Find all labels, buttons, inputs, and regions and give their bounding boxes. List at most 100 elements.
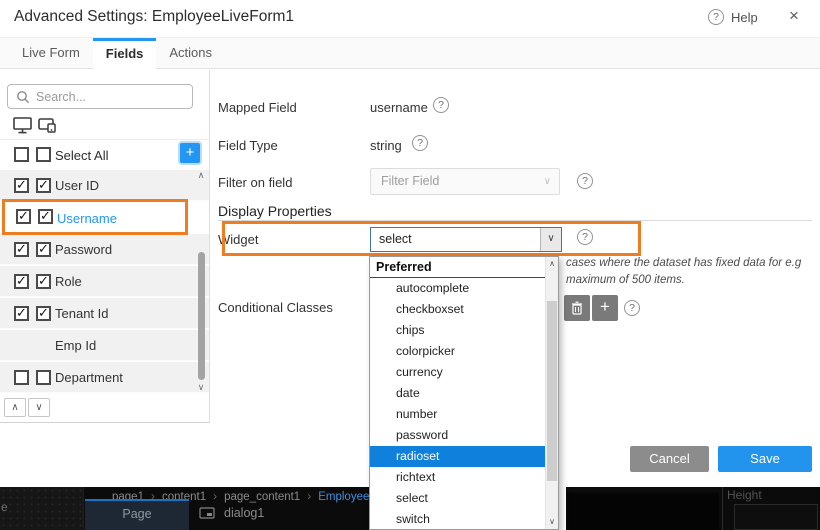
save-button[interactable]: Save	[718, 446, 812, 472]
search-box	[7, 84, 193, 109]
dropdown-scrollbar[interactable]: ∧ ∨	[545, 257, 558, 529]
move-field-down-button[interactable]: ∨	[28, 398, 50, 417]
help-icon[interactable]: ?	[577, 229, 593, 245]
page-tab[interactable]: Page	[85, 499, 189, 530]
dropdown-option[interactable]: checkboxset	[370, 299, 545, 320]
chevron-down-icon[interactable]: ∨	[540, 228, 561, 251]
web-checkbox[interactable]	[14, 370, 29, 385]
field-row-tenant-id[interactable]: Tenant Id	[0, 298, 209, 329]
display-properties-heading: Display Properties	[218, 203, 332, 219]
panel-divider	[722, 487, 723, 530]
chevron-right-icon: ›	[300, 489, 318, 503]
screen: Advanced Settings: EmployeeLiveForm1 ? H…	[0, 0, 820, 530]
mobile-checkbox[interactable]	[38, 209, 53, 224]
dropdown-option[interactable]: richtext	[370, 467, 545, 488]
mobile-checkbox[interactable]	[36, 274, 51, 289]
field-type-value: string	[370, 138, 402, 153]
dropdown-option[interactable]: select	[370, 488, 545, 509]
field-row-username-selected[interactable]: Username	[2, 199, 188, 235]
chevron-right-icon: ›	[206, 489, 224, 503]
field-row-role[interactable]: Role	[0, 266, 209, 297]
field-label: Tenant Id	[55, 306, 109, 321]
move-field-up-button[interactable]: ∧	[4, 398, 26, 417]
dialog-window-icon[interactable]	[199, 506, 215, 524]
breadcrumb-item-active[interactable]: Employee	[318, 491, 369, 503]
help-icon[interactable]: ?	[624, 300, 640, 316]
scroll-up-icon[interactable]: ∧	[546, 257, 558, 271]
desktop-icon[interactable]	[12, 116, 34, 140]
scroll-up-icon[interactable]: ∧	[194, 170, 208, 182]
dialog-title: Advanced Settings: EmployeeLiveForm1	[14, 8, 294, 26]
dropdown-option[interactable]: password	[370, 425, 545, 446]
chevron-down-icon: ∨	[544, 169, 551, 194]
tab-fields[interactable]: Fields	[93, 38, 157, 69]
dialog1-tab[interactable]: dialog1	[224, 506, 264, 520]
field-row-emp-id[interactable]: Emp Id	[0, 330, 209, 361]
widget-label: Widget	[218, 232, 258, 247]
scrollbar-thumb[interactable]	[547, 301, 557, 481]
mobile-checkbox[interactable]	[36, 178, 51, 193]
canvas-black-panel	[567, 493, 719, 530]
delete-class-button[interactable]	[564, 295, 590, 321]
dropdown-option[interactable]: date	[370, 383, 545, 404]
help-icon[interactable]: ?	[433, 97, 449, 113]
add-field-button[interactable]: +	[180, 143, 200, 163]
widget-select[interactable]: select ∨	[370, 227, 562, 252]
cancel-button[interactable]: Cancel	[630, 446, 709, 472]
widget-select-value: select	[379, 232, 412, 246]
tab-live-form[interactable]: Live Form	[9, 38, 93, 69]
mapped-field-value: username	[370, 100, 428, 115]
dropdown-group-header: Preferred	[370, 257, 545, 278]
select-all-mobile-checkbox[interactable]	[36, 147, 51, 162]
scroll-down-icon[interactable]: ∨	[194, 382, 208, 394]
mobile-devices-icon[interactable]	[37, 116, 59, 140]
search-input[interactable]	[36, 86, 186, 107]
help-label: Help	[731, 10, 758, 25]
dropdown-option-highlighted[interactable]: radioset	[370, 446, 545, 467]
help-icon[interactable]: ?	[412, 135, 428, 151]
search-icon	[16, 90, 30, 109]
web-checkbox[interactable]	[14, 178, 29, 193]
dropdown-option[interactable]: autocomplete	[370, 278, 545, 299]
mobile-checkbox[interactable]	[36, 242, 51, 257]
dropdown-option[interactable]: number	[370, 404, 545, 425]
help-icon[interactable]: ?	[577, 173, 593, 189]
mobile-checkbox[interactable]	[36, 370, 51, 385]
conditional-classes-label: Conditional Classes	[218, 300, 333, 315]
filter-on-field-label: Filter on field	[218, 175, 292, 190]
canvas-left-panel: e	[0, 487, 84, 530]
mapped-field-label: Mapped Field	[218, 100, 297, 115]
clipped-text-fragment: e	[1, 500, 8, 514]
fields-sidebar: Select All + User ID Username Password	[0, 70, 210, 423]
scrollbar-thumb[interactable]	[198, 252, 205, 380]
web-checkbox[interactable]	[14, 274, 29, 289]
add-class-button[interactable]: +	[592, 295, 618, 321]
field-row-password[interactable]: Password	[0, 234, 209, 265]
web-checkbox[interactable]	[14, 306, 29, 321]
help-icon[interactable]: ?	[708, 9, 724, 25]
dropdown-option[interactable]: currency	[370, 362, 545, 383]
field-row-department[interactable]: Department	[0, 362, 209, 393]
widget-help-text: cases where the dataset has fixed data f…	[566, 255, 816, 288]
help-button[interactable]: ? Help	[708, 9, 758, 25]
dropdown-option[interactable]: colorpicker	[370, 341, 545, 362]
web-checkbox[interactable]	[14, 242, 29, 257]
canvas-white-edge	[559, 487, 566, 530]
field-type-label: Field Type	[218, 138, 278, 153]
dropdown-option[interactable]: chips	[370, 320, 545, 341]
select-all-web-checkbox[interactable]	[14, 147, 29, 162]
sidebar-scrollbar[interactable]: ∧ ∨	[194, 170, 208, 394]
filter-field-select[interactable]: Filter Field ∨	[370, 168, 560, 195]
section-divider	[218, 220, 812, 221]
mobile-checkbox[interactable]	[36, 306, 51, 321]
close-icon[interactable]: ×	[789, 6, 799, 26]
breadcrumb-item[interactable]: page_content1	[224, 491, 300, 503]
trash-icon	[571, 301, 583, 315]
tab-actions[interactable]: Actions	[156, 38, 225, 69]
field-row-user-id[interactable]: User ID	[0, 170, 209, 201]
scroll-down-icon[interactable]: ∨	[546, 515, 558, 529]
height-input[interactable]	[734, 504, 818, 530]
filter-field-placeholder: Filter Field	[381, 174, 439, 188]
dropdown-option[interactable]: switch	[370, 509, 545, 530]
web-checkbox[interactable]	[16, 209, 31, 224]
